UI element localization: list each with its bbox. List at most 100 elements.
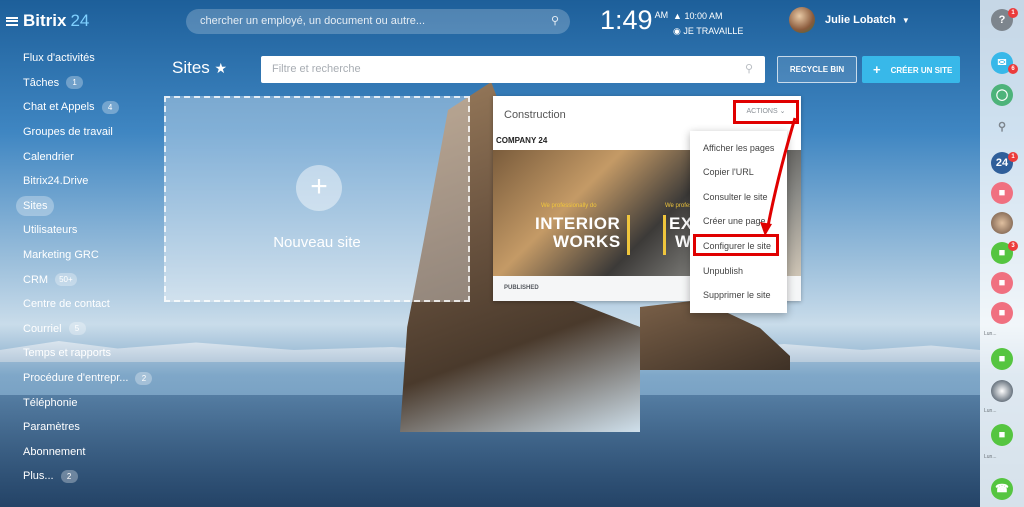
counter-badge: 4 [101,100,119,114]
sidebar-item-abonnement[interactable]: Abonnement [0,440,160,465]
phone-icon[interactable]: ☎ [991,478,1013,500]
work-status-label: JE TRAVAILLE [683,26,744,36]
filter-search-input[interactable]: Filtre et recherche ⚲ [261,56,765,83]
timestamp-label: Lun... [984,408,997,414]
plus-icon: + [873,62,881,77]
top-bar: Bitrix 24 chercher un employé, un docume… [0,0,980,44]
lock-chat-icon[interactable]: ■ [991,424,1013,446]
user-name[interactable]: Julie Lobatch [825,14,896,26]
help-badge: 1 [1008,8,1018,18]
sidebar-item-label: Tâches [23,76,60,89]
sidebar-item-label: Sites [16,195,55,216]
sidebar-item-label: Chat et Appels [23,101,95,114]
lock-chat-icon[interactable]: ■ [991,182,1013,204]
page-title: Sites ★ [172,58,227,78]
app-badge: 1 [1008,152,1018,162]
counter-badge: 2 [60,469,78,483]
page-title-text: Sites [172,58,210,77]
menu-item-create-page[interactable]: Créer une page [703,216,766,226]
menu-item-view-pages[interactable]: Afficher les pages [703,143,774,153]
sidebar-item-label: Centre de contact [23,298,110,311]
plus-icon: + [296,165,342,211]
lock-chat-icon[interactable]: ■ [991,348,1013,370]
sidebar-item-marketing[interactable]: Marketing GRC [0,243,160,268]
menu-item-delete-site[interactable]: Supprimer le site [703,290,771,300]
alarm-time: 10:00 AM [684,11,723,21]
counter-badge: 50+ [55,273,77,287]
search-icon[interactable]: ⚲ [551,14,559,27]
sidebar-item-utilisateurs[interactable]: Utilisateurs [0,218,160,243]
sidebar-item-label: Courriel [23,322,62,335]
menu-item-unpublish[interactable]: Unpublish [703,266,743,276]
sidebar-item-calendrier[interactable]: Calendrier [0,144,160,169]
preview-headline: WORKS [553,232,621,251]
logo-text: Bitrix [23,11,67,30]
avatar[interactable] [991,212,1013,234]
sidebar-item-groupes[interactable]: Groupes de travail [0,120,160,145]
sidebar-item-sites[interactable]: Sites [0,194,160,219]
preview-accent-bar [627,215,630,255]
global-search-input[interactable]: chercher un employé, un document ou autr… [186,9,570,34]
sidebar-item-courriel[interactable]: Courriel 5 [0,317,160,342]
lock-chat-icon[interactable]: ■ [991,302,1013,324]
star-icon[interactable]: ★ [215,60,228,76]
site-card-title: Construction [504,109,566,121]
working-status-icon: ◉ [673,26,681,36]
sidebar-item-telephonie[interactable]: Téléphonie [0,390,160,415]
highlight-box [693,234,779,256]
sidebar-item-label: Temps et rapports [23,347,112,360]
recycle-bin-button[interactable]: RECYCLE BIN [777,56,857,83]
search-icon[interactable]: ⚲ [745,62,753,75]
sidebar-item-label: Groupes de travail [23,126,113,139]
sidebar-item-flux[interactable]: Flux d'activités [0,46,160,71]
sidebar-item-label: Flux d'activités [23,52,95,65]
sidebar-item-crm[interactable]: CRM 50+ [0,267,160,292]
notification-badge: 6 [1008,64,1018,74]
actions-button[interactable]: ACTIONS ⌄ [733,100,799,124]
sidebar-item-contact[interactable]: Centre de contact [0,292,160,317]
sidebar-item-plus[interactable]: Plus... 2 [0,464,160,489]
timestamp-label: Lun... [984,331,997,337]
sidebar-item-label: Marketing GRC [23,249,99,262]
sidebar-item-label: Calendrier [23,150,74,163]
actions-dropdown-menu: Afficher les pages Copier l'URL Consulte… [690,131,787,313]
menu-item-copy-url[interactable]: Copier l'URL [703,167,754,177]
lock-chat-icon[interactable]: ■ [991,272,1013,294]
sidebar-item-chat[interactable]: Chat et Appels 4 [0,95,160,120]
status-icon[interactable]: ◯ [991,84,1013,106]
chat-badge: 3 [1008,241,1018,251]
sidebar-item-parametres[interactable]: Paramètres [0,415,160,440]
clock-time: 1:49 [600,5,653,35]
counter-badge: 2 [135,371,153,385]
sidebar-item-taches[interactable]: Tâches 1 [0,71,160,96]
timestamp-label: Lun... [984,454,997,460]
sidebar-item-label: Paramètres [23,421,80,434]
new-site-tile[interactable]: + Nouveau site [164,96,470,302]
sidebar-item-temps[interactable]: Temps et rapports [0,341,160,366]
menu-hamburger-icon[interactable] [6,16,18,26]
create-site-button[interactable]: + CRÉER UN SITE [862,56,960,83]
sidebar-item-label: Plus... [23,470,54,483]
counter-badge: 1 [66,76,84,90]
search-icon[interactable]: ⚲ [991,116,1013,138]
sidebar-item-drive[interactable]: Bitrix24.Drive [0,169,160,194]
sidebar-item-label: CRM [23,273,49,286]
search-placeholder: chercher un employé, un document ou autr… [200,15,426,27]
chevron-down-icon: ⌄ [779,108,786,115]
bitrix24-logo[interactable]: Bitrix 24 [6,11,89,31]
logo-24: 24 [70,11,90,30]
alarm-icon: ▲ [673,11,682,21]
sidebar-item-label: Téléphonie [23,396,78,409]
menu-item-open-site[interactable]: Consulter le site [703,192,768,202]
sidebar-item-label: Utilisateurs [23,224,78,237]
preview-accent-bar [663,215,666,255]
counter-badge: 5 [68,322,86,336]
avatar[interactable] [789,7,815,33]
chevron-down-icon[interactable]: ▼ [902,16,910,25]
preview-tagline: We professionally do [541,203,597,209]
work-day-status[interactable]: ▲ 10:00 AM ◉ JE TRAVAILLE [673,9,743,39]
sidebar-item-procedure[interactable]: Procédure d'entrepr... 2 [0,366,160,391]
clock[interactable]: 1:49 AM [600,5,668,36]
avatar[interactable] [991,380,1013,402]
user-menu[interactable]: Julie Lobatch ▼ [789,6,910,34]
